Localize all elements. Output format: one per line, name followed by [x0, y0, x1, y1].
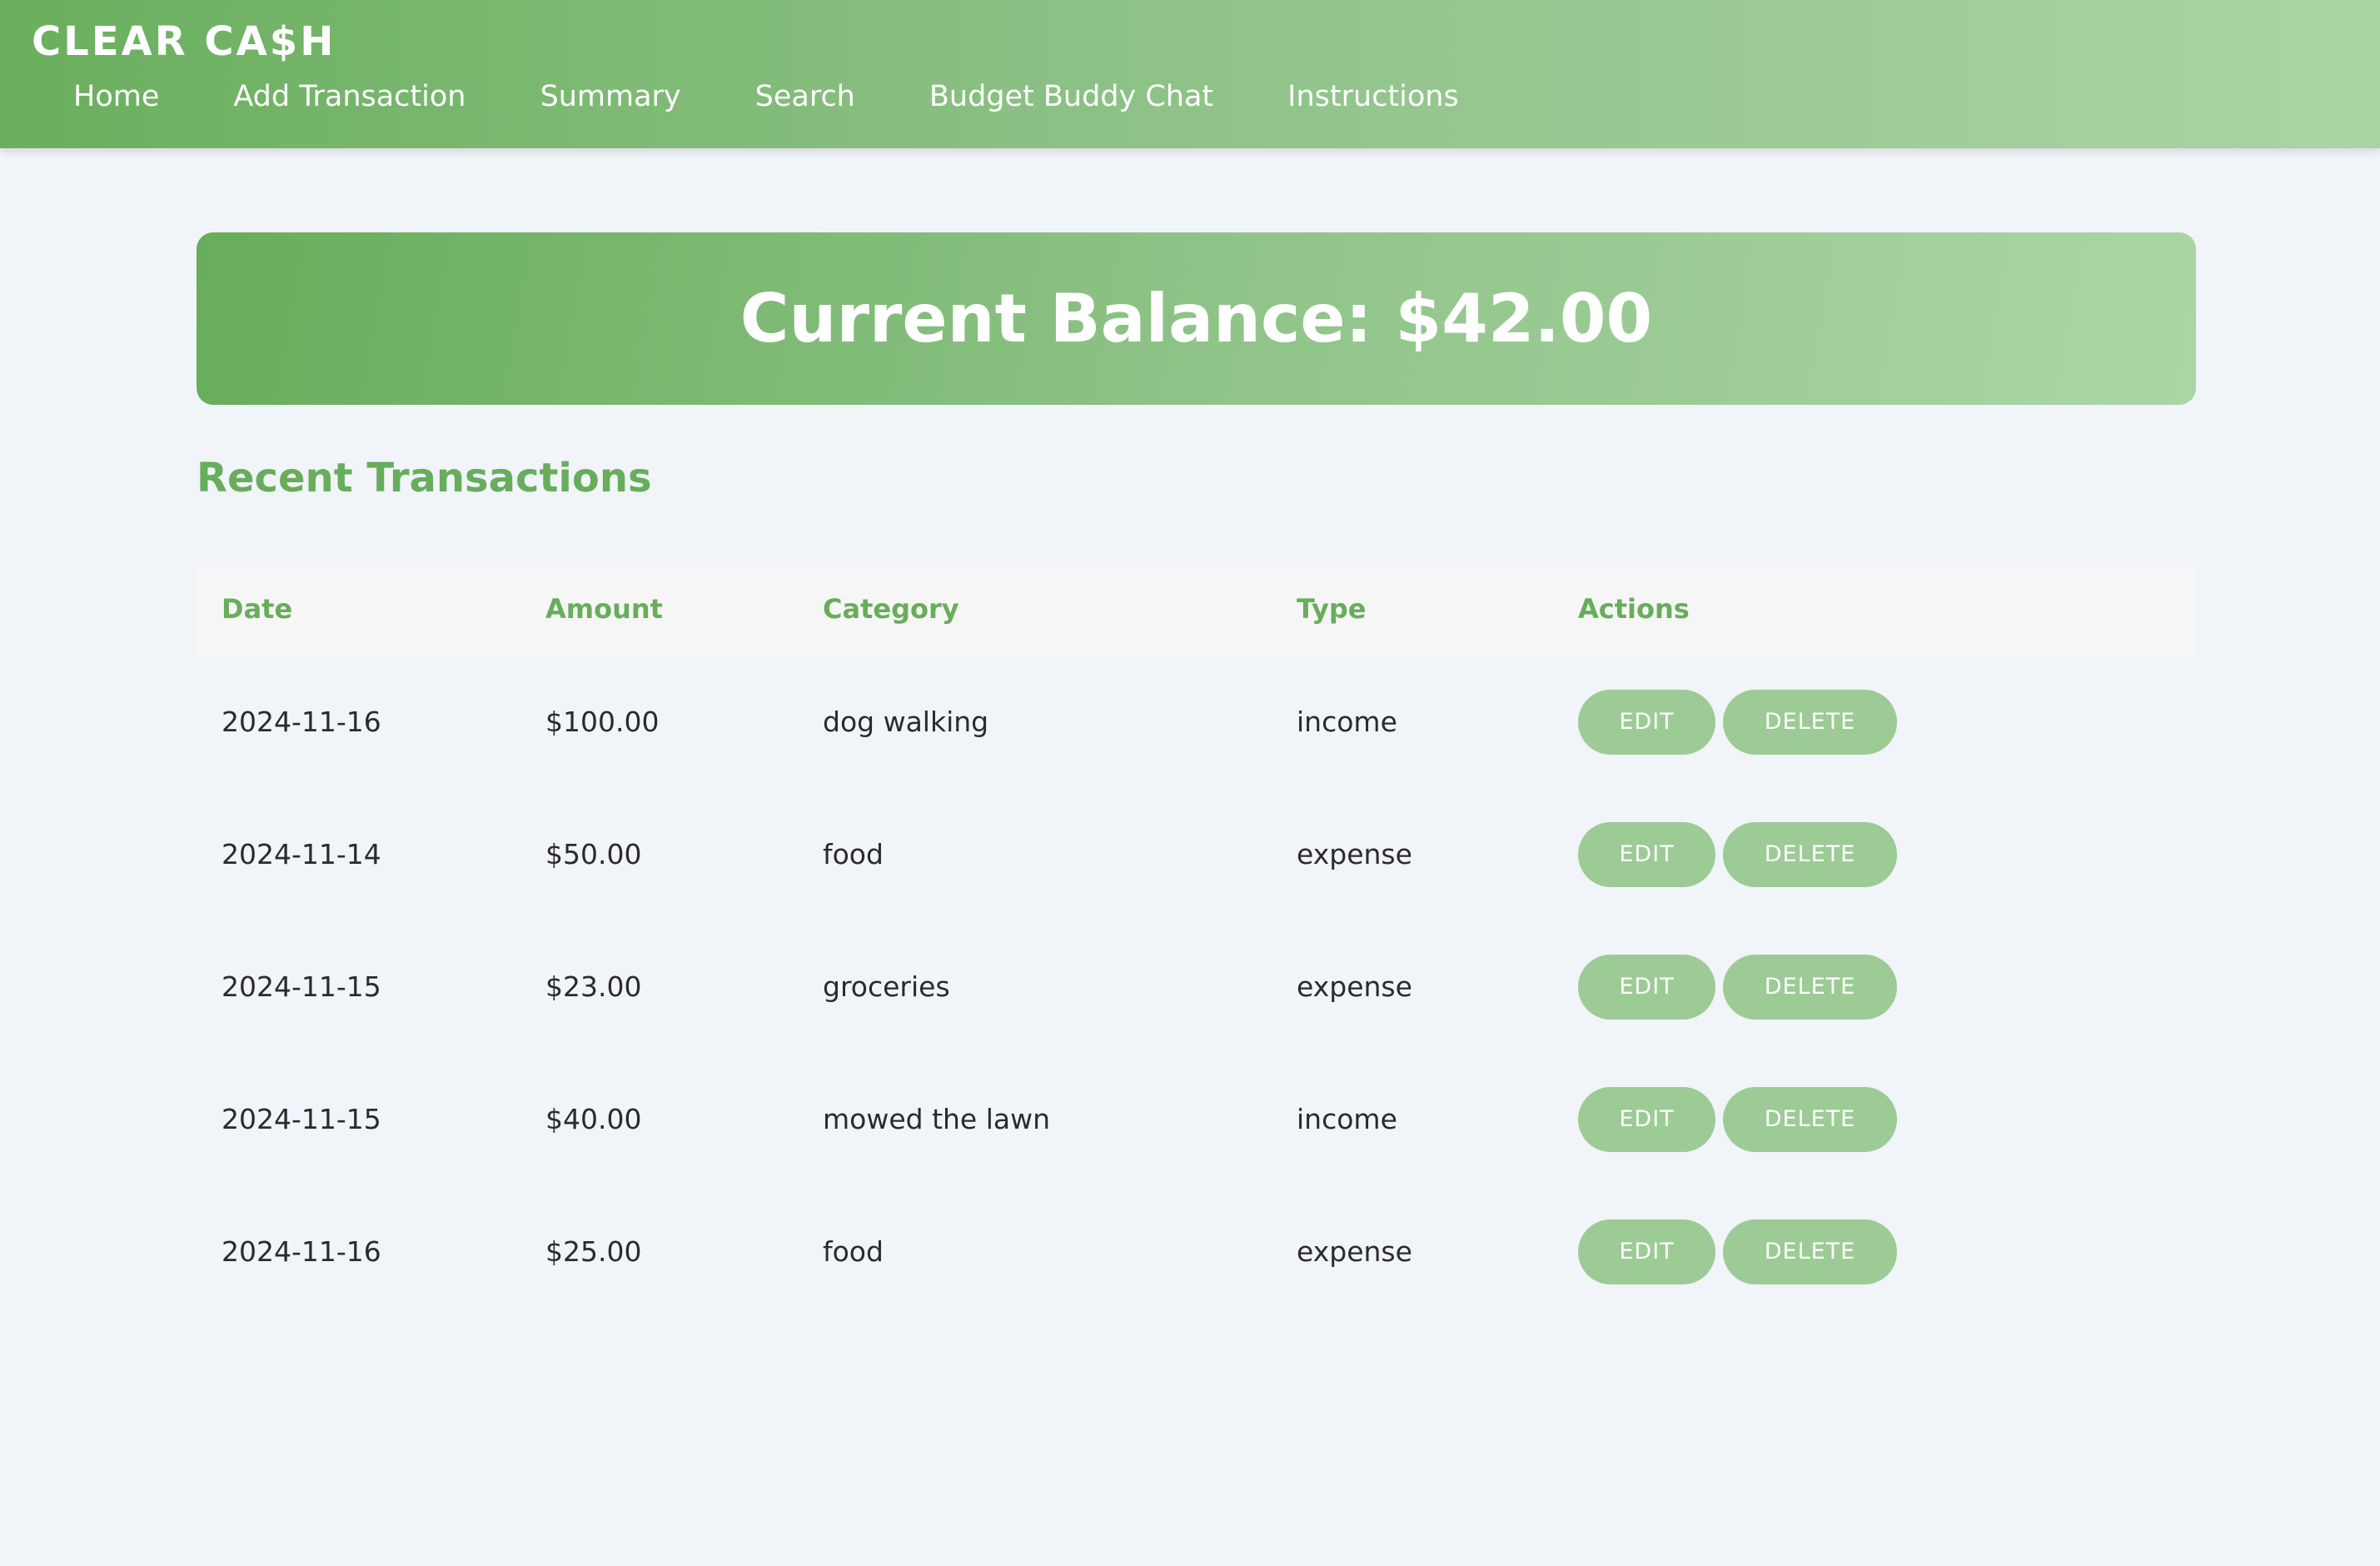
edit-button[interactable]: EDIT — [1578, 821, 1715, 887]
edit-button[interactable]: EDIT — [1578, 689, 1715, 755]
cell-date: 2024-11-14 — [222, 838, 381, 870]
cell-date: 2024-11-16 — [222, 1235, 381, 1268]
brand-logo[interactable]: CLEAR CA$H — [32, 18, 336, 65]
table-row: 2024-11-15 $23.00 groceries expense EDIT… — [197, 920, 2196, 1053]
cell-category: food — [823, 1235, 884, 1268]
cell-category: groceries — [823, 970, 950, 1003]
cell-amount: $40.00 — [545, 1103, 642, 1135]
delete-button[interactable]: DELETE — [1723, 821, 1897, 887]
header-actions: Actions — [1578, 593, 1690, 625]
row-actions: EDIT DELETE — [1578, 788, 1897, 920]
row-actions: EDIT DELETE — [1578, 1185, 1897, 1318]
balance-card: Current Balance: $42.00 — [197, 232, 2196, 405]
nav-search[interactable]: Search — [755, 80, 855, 113]
row-actions: EDIT DELETE — [1578, 920, 1897, 1053]
cell-type: income — [1297, 706, 1397, 738]
edit-button[interactable]: EDIT — [1578, 954, 1715, 1020]
delete-button[interactable]: DELETE — [1723, 954, 1897, 1020]
cell-date: 2024-11-15 — [222, 970, 381, 1003]
table-row: 2024-11-16 $100.00 dog walking income ED… — [197, 656, 2196, 788]
cell-category: dog walking — [823, 706, 989, 738]
table-header: Date Amount Category Type Actions — [197, 563, 2196, 656]
nav-summary[interactable]: Summary — [540, 80, 680, 113]
cell-type: expense — [1297, 1235, 1412, 1268]
edit-button[interactable]: EDIT — [1578, 1086, 1715, 1152]
cell-category: mowed the lawn — [823, 1103, 1051, 1135]
table-row: 2024-11-15 $40.00 mowed the lawn income … — [197, 1053, 2196, 1185]
table-row: 2024-11-14 $50.00 food expense EDIT DELE… — [197, 788, 2196, 920]
cell-amount: $100.00 — [545, 706, 660, 738]
nav-home[interactable]: Home — [73, 80, 159, 113]
row-actions: EDIT DELETE — [1578, 656, 1897, 788]
current-balance: Current Balance: $42.00 — [739, 280, 1653, 357]
delete-button[interactable]: DELETE — [1723, 689, 1897, 755]
header-type: Type — [1297, 593, 1367, 625]
cell-date: 2024-11-16 — [222, 706, 381, 738]
header-date: Date — [222, 593, 293, 625]
nav-instructions[interactable]: Instructions — [1287, 80, 1459, 113]
delete-button[interactable]: DELETE — [1723, 1086, 1897, 1152]
top-navbar: CLEAR CA$H Home Add Transaction Summary … — [0, 0, 2380, 148]
table-row: 2024-11-16 $25.00 food expense EDIT DELE… — [197, 1185, 2196, 1318]
cell-amount: $25.00 — [545, 1235, 642, 1268]
nav-add-transaction[interactable]: Add Transaction — [233, 80, 466, 113]
cell-amount: $50.00 — [545, 838, 642, 870]
row-actions: EDIT DELETE — [1578, 1053, 1897, 1185]
nav-budget-buddy-chat[interactable]: Budget Buddy Chat — [929, 80, 1213, 113]
transactions-table: Date Amount Category Type Actions 2024-1… — [197, 563, 2196, 1318]
cell-category: food — [823, 838, 884, 870]
cell-type: expense — [1297, 970, 1412, 1003]
cell-amount: $23.00 — [545, 970, 642, 1003]
header-amount: Amount — [545, 593, 663, 625]
cell-date: 2024-11-15 — [222, 1103, 381, 1135]
cell-type: income — [1297, 1103, 1397, 1135]
edit-button[interactable]: EDIT — [1578, 1219, 1715, 1284]
section-title: Recent Transactions — [197, 455, 652, 501]
main-nav: Home Add Transaction Summary Search Budg… — [73, 80, 1533, 113]
cell-type: expense — [1297, 838, 1412, 870]
delete-button[interactable]: DELETE — [1723, 1219, 1897, 1284]
header-category: Category — [823, 593, 959, 625]
